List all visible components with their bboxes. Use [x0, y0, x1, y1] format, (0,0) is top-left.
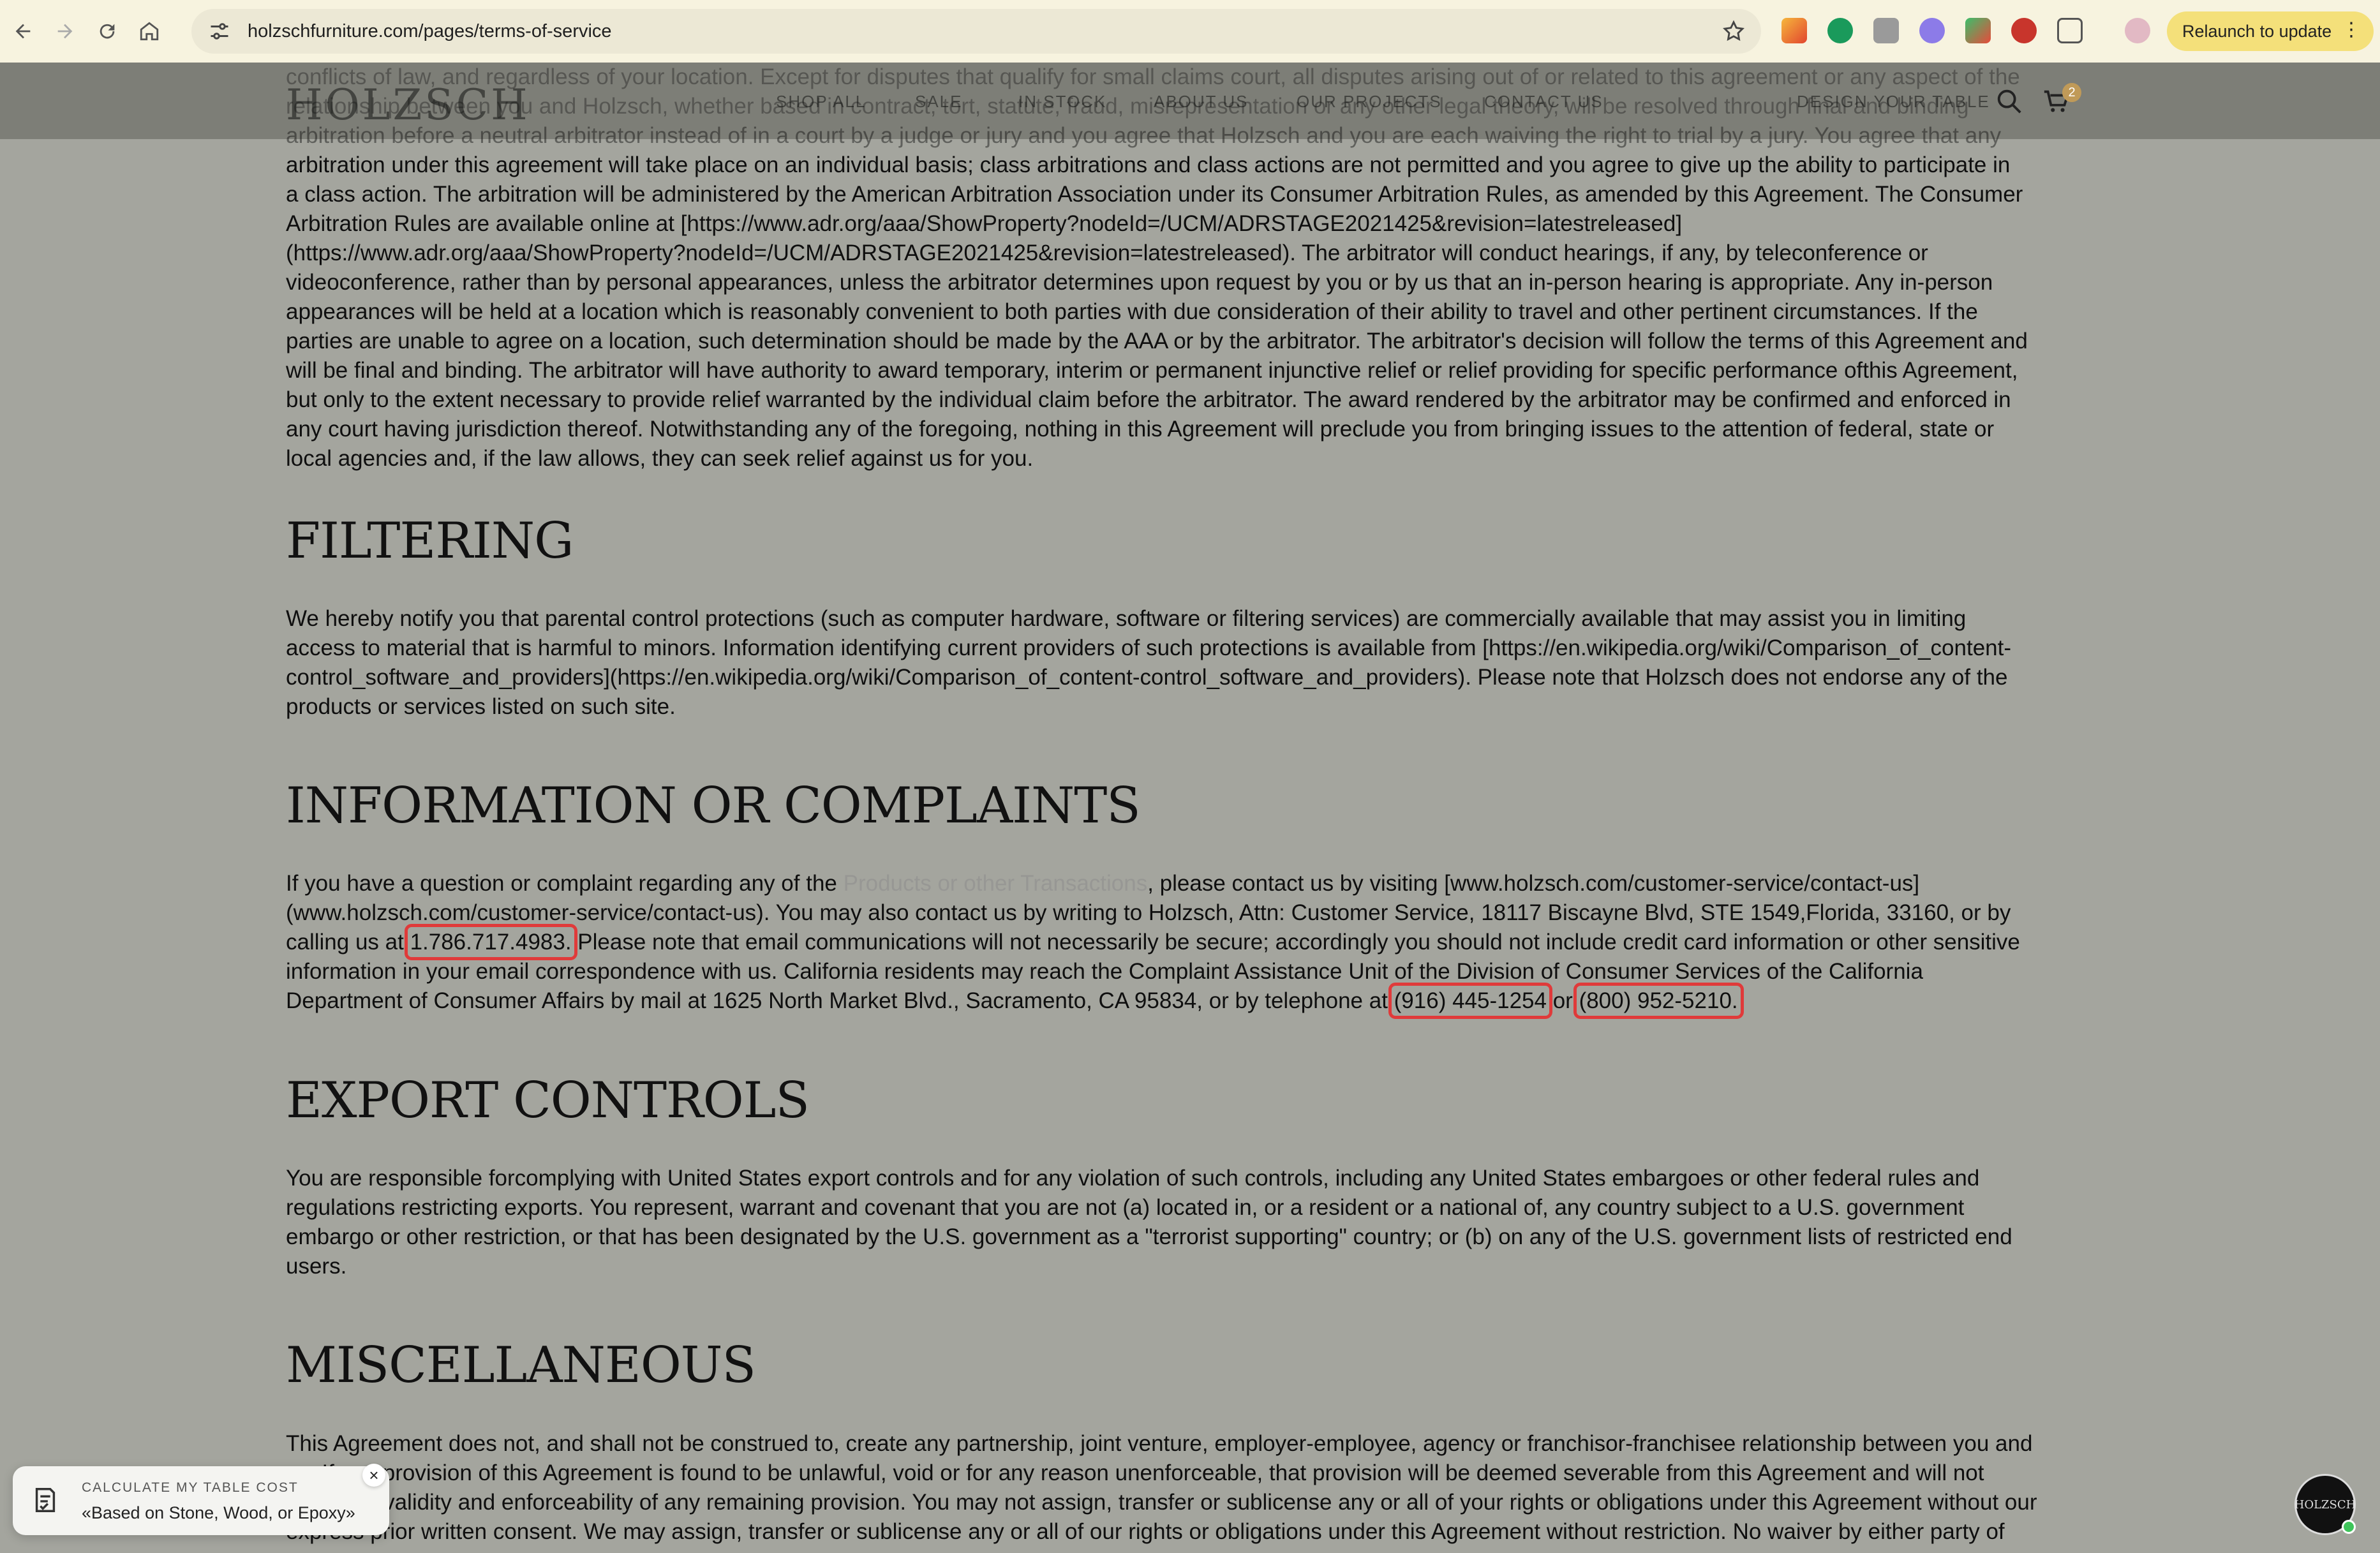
reload-icon	[100, 24, 115, 39]
products-link[interactable]: Products or other Transactions	[844, 871, 1148, 896]
phone-number-highlight[interactable]: (916) 445-1254	[1388, 983, 1552, 1019]
para-line: appearances will be held at a location w…	[286, 299, 1978, 324]
para-line: relationship between you and Holzsch, wh…	[286, 94, 1969, 119]
avatar[interactable]	[2125, 18, 2150, 43]
para-line[interactable]: access to material that is harmful to mi…	[286, 634, 2085, 663]
forward-button[interactable]	[46, 12, 84, 50]
para-line: You are responsible forcomplying with Un…	[286, 1166, 1980, 1191]
para-line: local agencies and, if the law allows, t…	[286, 446, 1034, 471]
address-bar[interactable]: holzschfurniture.com/pages/terms-of-serv…	[191, 9, 1761, 54]
para-line: arbitration before a neutral arbitrator …	[286, 123, 2002, 148]
info-text: Department of Consumer Affairs by mail a…	[286, 988, 1394, 1013]
widget-subtitle: «Based on Stone, Wood, or Epoxy»	[82, 1503, 355, 1522]
info-text: calling us at	[286, 930, 410, 955]
bookmark-star-icon[interactable]	[1722, 19, 1746, 43]
home-icon	[140, 22, 159, 41]
miscellaneous-heading: MISCELLANEOUS	[286, 1337, 756, 1394]
para-line: express prior written consent. We may as…	[286, 1519, 2005, 1544]
para-line: affect the validity and enforceability o…	[286, 1490, 2037, 1515]
phone-number-highlight[interactable]: 1.786.717.4983.	[404, 924, 577, 960]
para-line: products or services listed on such site…	[286, 694, 676, 719]
phone-number-highlight[interactable]: (800) 952-5210.	[1573, 983, 1744, 1019]
para-line: conflicts of law, and regardless of your…	[286, 64, 2020, 89]
para-line: regulations restricting exports. You rep…	[286, 1195, 1965, 1220]
para-line: (www.holzsch.com/customer-service/contac…	[286, 900, 2011, 925]
pen-icon[interactable]	[1965, 18, 1991, 43]
information-heading: INFORMATION OR COMPLAINTS	[286, 777, 1141, 835]
info-text: Please note that email communications wi…	[571, 930, 2020, 955]
site-info-icon[interactable]	[208, 20, 231, 43]
relaunch-label: Relaunch to update	[2182, 21, 2332, 41]
arrow-right-icon	[57, 24, 73, 39]
extension-icon[interactable]	[2011, 18, 2037, 43]
para-line: (https://www.adr.org/aaa/ShowProperty?no…	[286, 241, 1928, 265]
para-line: a class action. The arbitration will be …	[286, 182, 2023, 207]
online-status-dot	[2342, 1520, 2356, 1534]
close-icon[interactable]: ×	[362, 1464, 385, 1487]
export-paragraph: You are responsible forcomplying with Un…	[286, 1164, 2085, 1281]
more-icon[interactable]: ⋮	[2342, 20, 2361, 40]
para-line: any court having jurisdiction thereof. N…	[286, 417, 1995, 442]
para-line: calling us at 1.786.717.4983. Please not…	[286, 924, 2085, 960]
para-line: but only to the extent necessary to prov…	[286, 387, 2011, 412]
para-line: arbitration under this agreement will ta…	[286, 152, 2011, 177]
export-heading: EXPORT CONTROLS	[286, 1072, 810, 1129]
para-line: will be final and binding. The arbitrato…	[286, 358, 2018, 383]
back-button[interactable]	[4, 12, 42, 50]
arbitration-paragraph: conflicts of law, and regardless of your…	[286, 63, 2085, 473]
filtering-paragraph: We hereby notify you that parental contr…	[286, 604, 2085, 722]
grammarly-icon[interactable]	[1827, 18, 1853, 43]
para-line: We hereby notify you that parental contr…	[286, 606, 1967, 631]
para-line: us. If any provision of this Agreement i…	[286, 1460, 1984, 1485]
checklist-icon	[35, 1488, 56, 1512]
chat-logo: HOLZSCH	[2294, 1497, 2356, 1512]
info-text: or	[1546, 988, 1579, 1013]
reload-button[interactable]	[88, 12, 126, 50]
para-line: information in your email correspondence…	[286, 959, 1923, 984]
para-line: parties are unable to agree on a locatio…	[286, 329, 2028, 353]
para-line: users.	[286, 1254, 347, 1279]
information-paragraph: If you have a question or complaint rega…	[286, 869, 2085, 1019]
widget-title: CALCULATE MY TABLE COST	[82, 1480, 299, 1495]
miscellaneous-paragraph: This Agreement does not, and shall not b…	[286, 1429, 2085, 1547]
para-line: Department of Consumer Affairs by mail a…	[286, 983, 2085, 1019]
extension-icon[interactable]	[1781, 18, 1807, 43]
puzzle-icon[interactable]	[2057, 18, 2083, 43]
para-line: If you have a question or complaint rega…	[286, 869, 2085, 898]
table-cost-widget[interactable]: CALCULATE MY TABLE COST «Based on Stone,…	[13, 1466, 389, 1535]
extension-icon[interactable]	[1919, 18, 1945, 43]
home-button[interactable]	[130, 12, 168, 50]
para-line: videoconference, rather than by personal…	[286, 270, 1993, 295]
arrow-left-icon	[15, 24, 31, 39]
browser-toolbar: holzschfurniture.com/pages/terms-of-serv…	[0, 0, 2380, 63]
para-line[interactable]: control_software_and_providers](https://…	[286, 663, 2085, 692]
contact-link[interactable]: , please contact us by visiting [www.hol…	[1147, 871, 1919, 896]
para-line: embargo or other restriction, or that ha…	[286, 1224, 2012, 1249]
camera-icon[interactable]	[1873, 18, 1899, 43]
relaunch-button[interactable]: Relaunch to update ⋮	[2167, 11, 2374, 51]
para-line: This Agreement does not, and shall not b…	[286, 1431, 2033, 1456]
filtering-heading: FILTERING	[286, 512, 574, 570]
url-text[interactable]: holzschfurniture.com/pages/terms-of-serv…	[248, 21, 612, 42]
info-text: If you have a question or complaint rega…	[286, 871, 844, 896]
para-line: Arbitration Rules are available online a…	[286, 211, 1683, 236]
